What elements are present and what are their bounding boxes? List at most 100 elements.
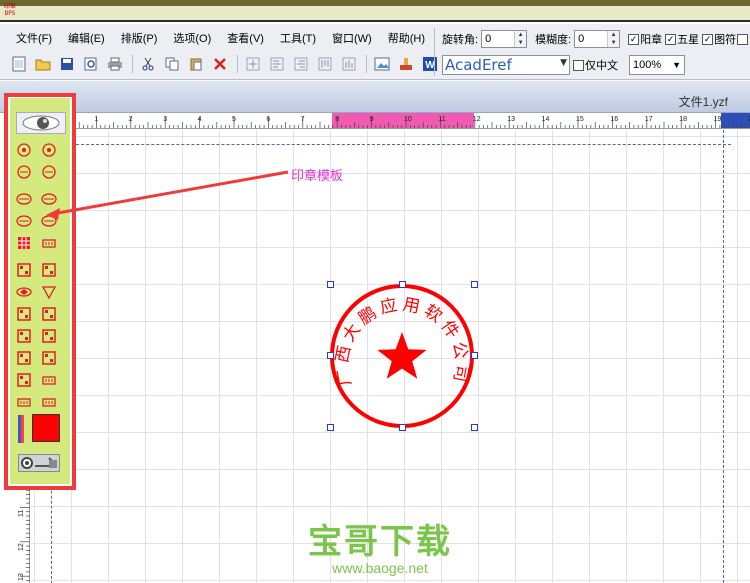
- export-image-button[interactable]: [371, 53, 393, 75]
- new-doc-icon: [12, 56, 26, 72]
- align-left-button[interactable]: [266, 53, 288, 75]
- delete-button[interactable]: [209, 53, 231, 75]
- ruler-tick-label: 9: [370, 116, 374, 123]
- app-logo-icon: 印章 DPS: [3, 3, 16, 17]
- selection-handle[interactable]: [399, 281, 406, 288]
- open-button[interactable]: [32, 53, 54, 75]
- blur-value[interactable]: 0: [575, 33, 607, 45]
- menu-file[interactable]: 文件(F): [8, 28, 60, 50]
- selection-handle[interactable]: [471, 281, 478, 288]
- align-top-button[interactable]: [314, 53, 336, 75]
- align-right-icon: [294, 57, 308, 71]
- font-select[interactable]: AcadEref ▼: [442, 55, 570, 75]
- preview-button[interactable]: [80, 53, 102, 75]
- menu-edit[interactable]: 编辑(E): [60, 28, 113, 50]
- zoom-select[interactable]: 100% ▼: [629, 55, 685, 75]
- stamp-seal[interactable]: 广西大鹏应用软件公司: [327, 281, 477, 431]
- color-swatch-button[interactable]: [32, 414, 60, 442]
- menu-bar: 文件(F) 编辑(E) 排版(P) 选项(O) 查看(V) 工具(T) 窗口(W…: [8, 28, 433, 50]
- template-quad-icon[interactable]: [16, 306, 32, 322]
- selection-handle[interactable]: [327, 424, 334, 431]
- menu-help[interactable]: 帮助(H): [380, 28, 433, 50]
- preview-eye-button[interactable]: [16, 112, 66, 134]
- template-rect-bars-icon[interactable]: [41, 394, 57, 410]
- toolbar-separator: [366, 55, 367, 73]
- save-button[interactable]: [56, 53, 78, 75]
- horizontal-ruler: 123456789101112131415161718192021: [64, 113, 750, 129]
- align-center-button[interactable]: [242, 53, 264, 75]
- selection-handle[interactable]: [399, 424, 406, 431]
- scissors-icon: [142, 57, 154, 71]
- new-doc-button[interactable]: [8, 53, 30, 75]
- template-quad-left-icon[interactable]: [41, 306, 57, 322]
- empty-checkbox-icon[interactable]: [573, 59, 584, 71]
- checkmark-icon[interactable]: ✓: [702, 33, 714, 45]
- checkmark-icon[interactable]: ✓: [665, 33, 677, 45]
- template-split-left-icon[interactable]: [16, 328, 32, 344]
- watermark-title: 宝哥下载: [308, 522, 452, 562]
- blur-spinner[interactable]: 0 ▲ ▼: [574, 30, 621, 48]
- document-tab-title[interactable]: 文件1.yzf: [679, 93, 728, 110]
- template-square-split-icon[interactable]: [41, 262, 57, 278]
- ruler-tick-label: 8: [335, 116, 339, 123]
- template-half-square-icon[interactable]: [16, 372, 32, 388]
- template-oval-line-icon[interactable]: [16, 213, 32, 229]
- template-circle-dot-icon[interactable]: [41, 142, 57, 158]
- copy-button[interactable]: [161, 53, 183, 75]
- template-quad-icon[interactable]: [16, 350, 32, 366]
- template-star-circle-icon[interactable]: [16, 142, 32, 158]
- print-button[interactable]: [104, 53, 126, 75]
- template-triangle-icon[interactable]: [41, 284, 57, 300]
- template-rect-bars-icon[interactable]: [16, 394, 32, 410]
- menu-options[interactable]: 选项(O): [165, 28, 219, 50]
- rotation-value[interactable]: 0: [482, 33, 514, 45]
- design-canvas[interactable]: 广西大鹏应用软件公司: [31, 130, 750, 583]
- align-bottom-button[interactable]: [338, 53, 360, 75]
- template-grid-square-icon[interactable]: [16, 235, 32, 251]
- settings-tools-button[interactable]: [18, 454, 60, 472]
- chevron-down-icon[interactable]: ▼: [672, 56, 681, 74]
- menu-layout[interactable]: 排版(P): [113, 28, 166, 50]
- template-circle-line-icon[interactable]: [16, 164, 32, 180]
- chevron-down-icon[interactable]: ▼: [560, 58, 567, 68]
- paste-button[interactable]: [185, 53, 207, 75]
- document-tab-bar: 文件1.yzf: [0, 81, 750, 113]
- tufu-checkbox[interactable]: ✓ 图符: [702, 31, 749, 47]
- menu-view[interactable]: 查看(V): [219, 28, 272, 50]
- wuxing-checkbox[interactable]: ✓ 五星: [665, 31, 699, 47]
- yangzhang-checkbox[interactable]: ✓ 阳章: [628, 31, 662, 47]
- template-oval-icon[interactable]: [16, 191, 32, 207]
- ruler-tick-label: 19: [714, 116, 722, 123]
- template-oval-double-icon[interactable]: [41, 191, 57, 207]
- template-quad-right-icon[interactable]: [41, 350, 57, 366]
- stamp-tool-button[interactable]: [395, 53, 417, 75]
- selection-handle[interactable]: [327, 281, 334, 288]
- menu-window[interactable]: 窗口(W): [324, 28, 380, 50]
- selection-handle[interactable]: [327, 352, 334, 359]
- cut-button[interactable]: [137, 53, 159, 75]
- word-export-button[interactable]: W: [419, 53, 441, 75]
- selection-handle[interactable]: [471, 352, 478, 359]
- template-circle-line-icon[interactable]: [41, 164, 57, 180]
- template-rect-bars-icon[interactable]: [41, 372, 57, 388]
- extra-checkbox[interactable]: [737, 33, 749, 45]
- template-square-icon[interactable]: [16, 262, 32, 278]
- menu-tools[interactable]: 工具(T): [272, 28, 324, 50]
- stamp-star-icon: [377, 332, 427, 379]
- checkmark-icon[interactable]: ✓: [628, 33, 640, 45]
- template-oval-double-icon[interactable]: [41, 213, 57, 229]
- toolbar-divider: [434, 28, 435, 76]
- template-rect-bars-icon[interactable]: [41, 235, 57, 251]
- only-chinese-checkbox[interactable]: 仅中文: [573, 57, 618, 73]
- spin-arrows-icon[interactable]: ▲ ▼: [607, 31, 620, 47]
- command-bars: 文件(F) 编辑(E) 排版(P) 选项(O) 查看(V) 工具(T) 窗口(W…: [0, 24, 750, 80]
- align-right-button[interactable]: [290, 53, 312, 75]
- ruler-tick-label: 16: [610, 116, 618, 123]
- rotation-spinner[interactable]: 0 ▲ ▼: [481, 30, 528, 48]
- spin-arrows-icon[interactable]: ▲ ▼: [514, 31, 527, 47]
- template-split-double-icon[interactable]: [41, 328, 57, 344]
- font-controls-row: AcadEref ▼ 仅中文 100% ▼: [442, 54, 685, 76]
- template-diamond-icon[interactable]: [16, 284, 32, 300]
- align-bottom-icon: [342, 57, 356, 71]
- selection-handle[interactable]: [471, 424, 478, 431]
